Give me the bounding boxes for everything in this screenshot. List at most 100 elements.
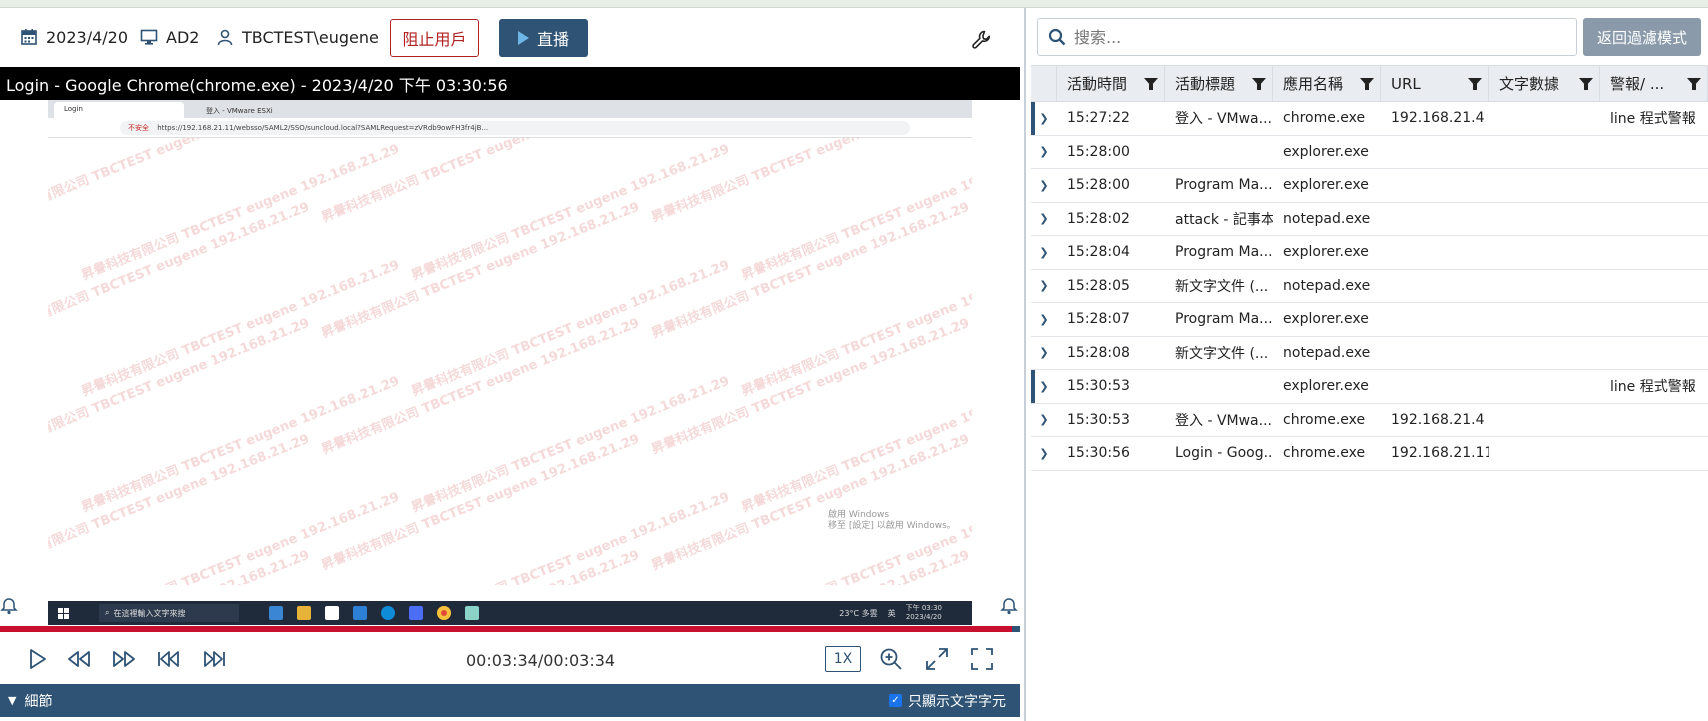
text-only-label: 只顯示文字字元 — [908, 693, 1006, 710]
playback-progress-bar[interactable] — [0, 626, 1012, 632]
header-expand — [1031, 66, 1057, 101]
bell-icon-left[interactable] — [0, 597, 18, 615]
table-row[interactable]: ❯ 15:28:07 Program Ma... explorer.exe — [1031, 303, 1708, 337]
table-row[interactable]: ❯ 15:28:04 Program Ma... explorer.exe — [1031, 236, 1708, 270]
cell-url — [1381, 303, 1489, 336]
expand-chevron-icon[interactable]: ❯ — [1031, 303, 1057, 336]
cell-text — [1489, 437, 1600, 470]
fast-forward-button[interactable] — [111, 646, 137, 672]
header-alert[interactable]: 警報/ ... — [1600, 66, 1708, 101]
cell-text — [1489, 303, 1600, 336]
cell-text — [1489, 270, 1600, 303]
video-title-bar: Login - Google Chrome(chrome.exe) - 2023… — [0, 67, 1020, 100]
text-only-toggle[interactable]: ✓ 只顯示文字字元 — [889, 691, 1006, 711]
cell-url — [1381, 370, 1489, 403]
table-row[interactable]: ❯ 15:30:53 登入 - VMwa... chrome.exe 192.168.2… — [1031, 404, 1708, 437]
expand-chevron-icon[interactable]: ❯ — [1031, 203, 1057, 236]
cell-alert — [1600, 303, 1708, 336]
cell-alert — [1600, 270, 1708, 303]
skype-icon — [381, 606, 395, 620]
table-row[interactable]: ❯ 15:28:08 新文字文件 (... notepad.exe — [1031, 337, 1708, 370]
text-only-checkbox[interactable]: ✓ — [889, 694, 902, 707]
cell-url — [1381, 270, 1489, 303]
cell-title: 新文字文件 (... — [1175, 278, 1269, 295]
table-row[interactable]: ❯ 15:30:56 Login - Goog... chrome.exe 192.16… — [1031, 437, 1708, 471]
header-text[interactable]: 文字數據 — [1489, 66, 1600, 101]
cell-app: chrome.exe — [1283, 411, 1366, 428]
live-button[interactable]: 直播 — [499, 19, 588, 57]
cell-title: 登入 - VMwa... — [1175, 412, 1272, 429]
table-row[interactable]: ❯ 15:27:22 登入 - VMwa... chrome.exe 192.168.2… — [1031, 102, 1708, 136]
addr-warning: 不安全 — [128, 124, 149, 132]
bell-icon-right[interactable] — [1000, 597, 1018, 615]
block-user-button[interactable]: 阻止用戶 — [390, 19, 479, 57]
table-row[interactable]: ❯ 15:28:05 新文字文件 (... notepad.exe — [1031, 270, 1708, 303]
browser-tab-vmware-label: 登入 - VMware ESXi — [206, 107, 273, 115]
expand-chevron-icon[interactable]: ❯ — [1031, 169, 1057, 202]
skip-back-button[interactable] — [156, 646, 182, 672]
wrench-icon[interactable] — [970, 28, 994, 52]
header-time[interactable]: 活動時間 — [1057, 66, 1165, 101]
edge-icon — [269, 606, 283, 620]
windows-start-icon — [58, 607, 69, 619]
video-viewport[interactable]: Login 登入 - VMware ESXi 不安全 https://192.1… — [0, 100, 1020, 627]
playback-progress-handle[interactable] — [1012, 626, 1020, 632]
play-button[interactable] — [24, 646, 50, 672]
table-row[interactable]: ❯ 15:28:00 explorer.exe — [1031, 136, 1708, 169]
table-row[interactable]: ❯ 15:28:02 attack - 記事本 notepad.exe — [1031, 203, 1708, 236]
user-icon — [217, 29, 233, 46]
expand-icon[interactable] — [924, 646, 950, 672]
expand-chevron-icon[interactable]: ❯ — [1031, 337, 1057, 370]
zoom-in-icon[interactable] — [878, 646, 904, 672]
activity-search[interactable] — [1037, 18, 1577, 56]
header-title[interactable]: 活動標題 — [1165, 66, 1273, 101]
filter-icon[interactable] — [1252, 78, 1266, 90]
skip-forward-button[interactable] — [201, 646, 227, 672]
details-bar[interactable]: ▼ 細節 ✓ 只顯示文字字元 — [0, 684, 1020, 717]
table-header: 活動時間 活動標題 應用名稱 URL 文字數據 警報/ ... — [1031, 65, 1708, 102]
cell-alert — [1600, 169, 1708, 202]
windows-activation-notice: 啟用 Windows 移至 [設定] 以啟用 Windows。 — [828, 510, 956, 532]
expand-chevron-icon[interactable]: ❯ — [1031, 270, 1057, 303]
cell-alert — [1600, 337, 1708, 370]
cell-text — [1489, 337, 1600, 370]
timecode: 00:03:34/00:03:34 — [466, 651, 616, 670]
header-url[interactable]: URL — [1381, 66, 1489, 101]
activity-table: 活動時間 活動標題 應用名稱 URL 文字數據 警報/ ... ❯ 15:27:2… — [1031, 65, 1708, 471]
filter-icon[interactable] — [1468, 78, 1482, 90]
session-computer: AD2 — [140, 26, 199, 48]
search-input[interactable] — [1074, 27, 1554, 47]
browser-tab-login-label: Login — [64, 105, 83, 113]
activation-line-1: 啟用 Windows — [828, 510, 890, 520]
taskbar-tray: 23°C 多雲 英 下午 03:30 2023/4/20 — [839, 604, 942, 622]
fullscreen-icon[interactable] — [969, 646, 995, 672]
expand-chevron-icon[interactable]: ❯ — [1031, 437, 1057, 470]
filter-icon[interactable] — [1144, 78, 1158, 90]
cell-url — [1381, 236, 1489, 269]
taskbar-search-icon: ⌕ — [105, 608, 110, 617]
expand-chevron-icon[interactable]: ❯ — [1031, 102, 1057, 135]
browser-tab-login: Login — [54, 102, 184, 118]
taskbar-weather: 23°C 多雲 — [839, 608, 878, 618]
cell-app: notepad.exe — [1283, 277, 1371, 294]
cell-app: notepad.exe — [1283, 344, 1371, 361]
header-app[interactable]: 應用名稱 — [1273, 66, 1381, 101]
cell-time: 15:28:05 — [1067, 277, 1130, 294]
rewind-button[interactable] — [66, 646, 92, 672]
return-filter-mode-button[interactable]: 返回過濾模式 — [1583, 18, 1701, 56]
filter-icon[interactable] — [1579, 78, 1593, 90]
expand-chevron-icon[interactable]: ❯ — [1031, 136, 1057, 169]
speed-button[interactable]: 1X — [825, 646, 861, 672]
taskbar-clock: 下午 03:30 2023/4/20 — [906, 604, 942, 622]
expand-chevron-icon[interactable]: ❯ — [1031, 236, 1057, 269]
expand-chevron-icon[interactable]: ❯ — [1031, 404, 1057, 437]
filter-icon[interactable] — [1360, 78, 1374, 90]
table-row[interactable]: ❯ 15:28:00 Program Ma... explorer.exe — [1031, 169, 1708, 203]
expand-chevron-icon[interactable]: ❯ — [1031, 370, 1057, 403]
play-icon — [517, 31, 529, 45]
table-row[interactable]: ❯ 15:30:53 explorer.exe line 程式警報 — [1031, 370, 1708, 404]
filter-icon[interactable] — [1687, 78, 1701, 90]
cell-title: 新文字文件 (... — [1175, 345, 1269, 362]
playback-controls: 00:03:34/00:03:34 1X — [0, 634, 1020, 684]
cell-app: explorer.exe — [1283, 177, 1369, 194]
